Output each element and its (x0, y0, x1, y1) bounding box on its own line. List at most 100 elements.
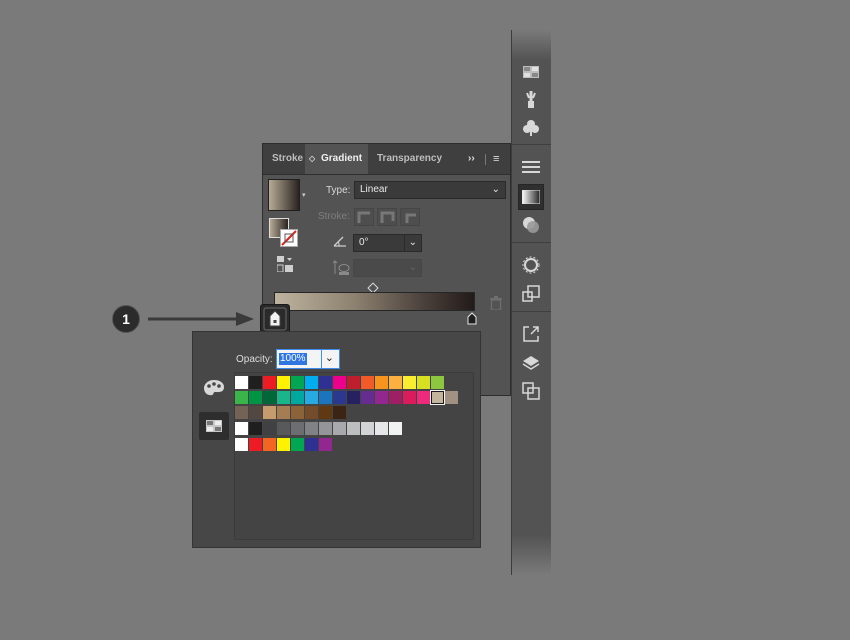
panel-menu-icon[interactable]: ≡ (493, 144, 505, 174)
color-swatch[interactable] (249, 438, 262, 451)
color-swatch[interactable] (319, 422, 332, 435)
color-swatch[interactable] (291, 406, 304, 419)
type-select[interactable]: Linear ⌄ (354, 181, 506, 199)
stroke-along-button[interactable] (377, 208, 397, 226)
color-swatch[interactable] (375, 376, 388, 389)
chevron-down-icon: ⌄ (491, 184, 500, 195)
color-swatch[interactable] (235, 438, 248, 451)
color-swatch[interactable] (319, 406, 332, 419)
color-swatch[interactable] (319, 391, 332, 404)
callout-arrow-icon (148, 310, 260, 331)
color-swatch[interactable] (249, 422, 262, 435)
appearance-icon[interactable] (518, 253, 544, 277)
expand-icon[interactable]: ›› (468, 144, 480, 174)
paintbrush-icon[interactable] (518, 87, 544, 111)
callout-number-badge: 1 (112, 305, 140, 333)
color-swatch[interactable] (263, 391, 276, 404)
color-swatch[interactable] (417, 391, 430, 404)
gradient-stop-right[interactable] (467, 312, 477, 328)
color-swatch[interactable] (361, 376, 374, 389)
color-swatch[interactable] (263, 376, 276, 389)
color-swatch[interactable] (389, 391, 402, 404)
gradient-preview-swatch[interactable] (268, 179, 300, 211)
color-swatch[interactable] (305, 438, 318, 451)
tab-stroke[interactable]: Stroke (272, 144, 306, 174)
color-swatch[interactable] (305, 422, 318, 435)
color-swatch[interactable] (403, 391, 416, 404)
color-swatch[interactable] (291, 422, 304, 435)
color-swatch[interactable] (263, 422, 276, 435)
reverse-gradient-icon[interactable] (276, 256, 293, 275)
color-palette-icon[interactable] (203, 379, 225, 400)
color-swatch[interactable] (319, 438, 332, 451)
color-swatch[interactable] (305, 391, 318, 404)
color-swatch[interactable] (333, 376, 346, 389)
stroke-icon[interactable] (518, 155, 544, 179)
opacity-field[interactable]: 100% ⌄ (276, 349, 340, 369)
panel-tab-bar: Stroke ◇ Gradient Transparency ›› ≡ (263, 144, 510, 175)
stroke-across-button[interactable] (400, 208, 420, 226)
layers-icon[interactable] (518, 351, 544, 375)
artboards-icon[interactable] (518, 379, 544, 403)
tab-gradient[interactable]: ◇ Gradient (305, 144, 368, 174)
color-swatch[interactable] (291, 391, 304, 404)
angle-field[interactable]: 0° ⌄ (353, 234, 422, 252)
color-swatch[interactable] (249, 391, 262, 404)
color-swatch[interactable] (333, 406, 346, 419)
transparency-icon[interactable] (518, 213, 544, 237)
trash-icon[interactable] (490, 296, 502, 313)
swatch-dropdown-icon[interactable]: ▾ (302, 191, 306, 199)
color-swatch[interactable] (277, 376, 290, 389)
color-swatch[interactable] (277, 422, 290, 435)
color-swatch[interactable] (235, 391, 248, 404)
color-swatch[interactable] (403, 376, 416, 389)
gradient-slider-bar[interactable] (274, 292, 475, 311)
opacity-value[interactable]: 100% (279, 353, 307, 365)
type-select-value: Linear (360, 184, 388, 195)
color-swatch[interactable] (249, 406, 262, 419)
swatches-panel-icon[interactable] (518, 60, 544, 84)
export-icon[interactable] (518, 322, 544, 346)
color-swatch[interactable] (417, 376, 430, 389)
tab-transparency[interactable]: Transparency (377, 144, 443, 174)
color-swatch[interactable] (361, 391, 374, 404)
angle-icon (333, 235, 347, 250)
color-swatch[interactable] (291, 376, 304, 389)
color-swatch[interactable] (235, 376, 248, 389)
color-swatch[interactable] (347, 422, 360, 435)
symbols-club-icon[interactable] (518, 116, 544, 140)
gradient-icon[interactable] (518, 184, 544, 210)
graphic-styles-icon[interactable] (518, 282, 544, 306)
color-swatch[interactable] (430, 390, 445, 405)
gradient-stop-left-selected[interactable] (260, 304, 290, 334)
type-label: Type: (326, 185, 351, 196)
swatches-mode-button[interactable] (199, 412, 229, 440)
color-swatch[interactable] (389, 376, 402, 389)
color-swatch[interactable] (319, 376, 332, 389)
color-swatch[interactable] (277, 391, 290, 404)
color-swatch[interactable] (263, 406, 276, 419)
stroke-none-swatch[interactable] (280, 229, 298, 247)
color-swatch[interactable] (249, 376, 262, 389)
color-swatch[interactable] (333, 422, 346, 435)
color-swatch[interactable] (375, 391, 388, 404)
chevron-down-icon[interactable]: ⌄ (325, 351, 334, 364)
color-swatch[interactable] (361, 422, 374, 435)
tab-gradient-label: Gradient (321, 153, 363, 164)
color-swatch[interactable] (431, 376, 444, 389)
color-swatch[interactable] (375, 422, 388, 435)
color-swatch[interactable] (333, 391, 346, 404)
color-swatch[interactable] (305, 376, 318, 389)
color-swatch[interactable] (291, 438, 304, 451)
color-swatch[interactable] (277, 438, 290, 451)
color-swatch[interactable] (263, 438, 276, 451)
color-swatch[interactable] (347, 391, 360, 404)
chevron-down-icon[interactable]: ⌄ (409, 235, 417, 251)
swatches-grid (234, 372, 474, 540)
color-swatch[interactable] (389, 422, 402, 435)
stroke-within-button[interactable] (354, 208, 374, 226)
color-swatch[interactable] (445, 391, 458, 404)
color-swatch[interactable] (347, 376, 360, 389)
color-swatch[interactable] (277, 406, 290, 419)
color-swatch[interactable] (305, 406, 318, 419)
